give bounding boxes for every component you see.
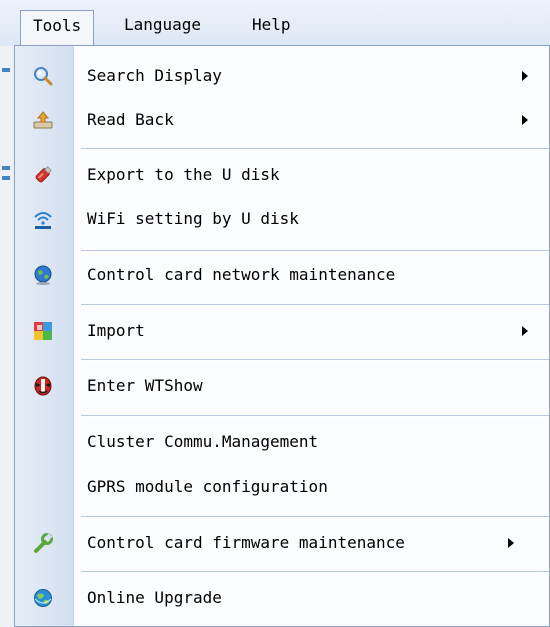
menu-item-network-maintenance[interactable]: Control card network maintenance xyxy=(15,255,549,295)
menu-separator xyxy=(81,148,549,150)
menu-separator xyxy=(81,250,549,252)
background-mark xyxy=(2,176,10,180)
submenu-arrow-icon xyxy=(522,115,528,125)
mask-icon xyxy=(32,375,54,397)
upgrade-globe-icon xyxy=(32,587,54,609)
menu-language[interactable]: Language xyxy=(112,10,213,40)
menu-item-label: Read Back xyxy=(87,110,174,129)
menu-item-export-u-disk[interactable]: Export to the U disk xyxy=(15,155,549,195)
menu-item-label: Online Upgrade xyxy=(87,588,222,607)
usb-disk-icon xyxy=(32,164,54,186)
menu-separator xyxy=(81,304,549,306)
menu-item-label: Control card network maintenance xyxy=(87,265,396,284)
menu-item-label: Control card firmware maintenance xyxy=(87,533,405,552)
menu-separator xyxy=(81,571,549,573)
menu-bar: Tools Language Help xyxy=(0,0,550,47)
menu-item-label: Enter WTShow xyxy=(87,376,203,395)
menu-separator xyxy=(81,516,549,518)
menu-item-wifi-setting[interactable]: WiFi setting by U disk xyxy=(15,199,549,239)
background-mark xyxy=(2,68,10,72)
tools-dropdown-menu: Search Display Read Back Export to the U… xyxy=(14,45,550,627)
menu-item-gprs-configuration[interactable]: GPRS module configuration xyxy=(15,467,549,507)
search-magnifier-icon xyxy=(32,65,54,87)
background-mark xyxy=(2,166,10,170)
import-icon xyxy=(32,320,54,342)
submenu-arrow-icon xyxy=(508,538,514,548)
wrench-icon xyxy=(32,532,54,554)
menu-item-label: Import xyxy=(87,321,145,340)
menu-item-import[interactable]: Import xyxy=(15,311,549,351)
menu-item-online-upgrade[interactable]: Online Upgrade xyxy=(15,578,549,618)
wifi-icon xyxy=(32,208,54,230)
menu-help[interactable]: Help xyxy=(240,10,303,40)
menu-item-label: WiFi setting by U disk xyxy=(87,209,299,228)
menu-item-search-display[interactable]: Search Display xyxy=(15,56,549,96)
menu-separator xyxy=(81,415,549,417)
submenu-arrow-icon xyxy=(522,326,528,336)
menu-item-cluster-management[interactable]: Cluster Commu.Management xyxy=(15,422,549,462)
menu-item-read-back[interactable]: Read Back xyxy=(15,100,549,140)
menu-item-label: GPRS module configuration xyxy=(87,477,328,496)
menu-item-enter-wtshow[interactable]: Enter WTShow xyxy=(15,366,549,406)
menu-tools[interactable]: Tools xyxy=(20,10,95,46)
menu-item-label: Export to the U disk xyxy=(87,165,280,184)
menu-separator xyxy=(81,359,549,361)
app-window: Tools Language Help Search Display Read … xyxy=(0,0,550,627)
submenu-arrow-icon xyxy=(522,71,528,81)
menu-item-label: Cluster Commu.Management xyxy=(87,432,319,451)
menu-item-firmware-maintenance[interactable]: Control card firmware maintenance xyxy=(15,523,549,563)
menu-item-label: Search Display xyxy=(87,66,222,85)
read-back-icon xyxy=(32,109,54,131)
globe-icon xyxy=(32,264,54,286)
